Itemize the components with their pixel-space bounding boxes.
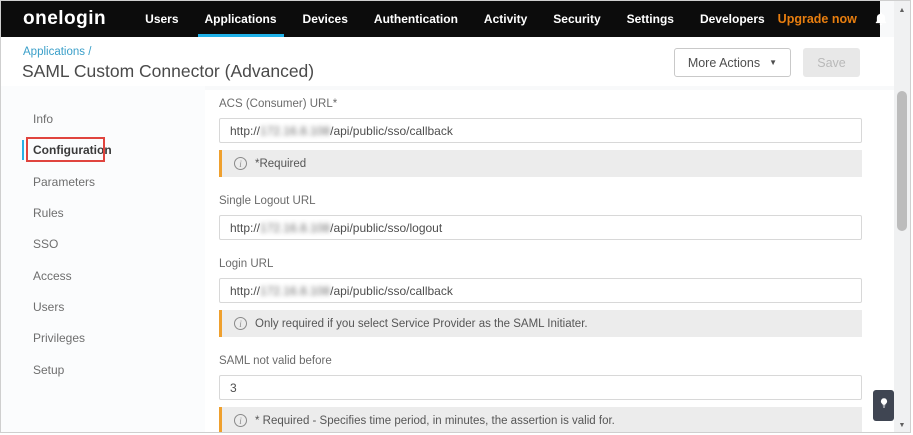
nav-right-group: Upgrade now Vishal	[778, 7, 911, 32]
nav-item-applications[interactable]: Applications	[192, 1, 290, 37]
info-icon: i	[234, 157, 247, 170]
url-suffix: /api/public/sso/logout	[330, 221, 442, 235]
nav-item-security[interactable]: Security	[540, 1, 613, 37]
saml-not-valid-before-label: SAML not valid before	[219, 354, 862, 368]
upgrade-now-link[interactable]: Upgrade now	[778, 12, 857, 26]
sidebar-item-rules[interactable]: Rules	[33, 205, 64, 221]
field-value: 3	[230, 381, 237, 395]
nav-menu: Users Applications Devices Authenticatio…	[132, 1, 778, 37]
sidebar-item-setup[interactable]: Setup	[33, 362, 64, 378]
url-prefix: http://	[230, 221, 260, 235]
chevron-down-icon: ▼	[769, 58, 777, 67]
sidebar-item-users[interactable]: Users	[33, 299, 64, 315]
sidebar-item-configuration[interactable]: Configuration	[33, 142, 112, 158]
save-button[interactable]: Save	[803, 48, 860, 77]
login-url-label: Login URL	[219, 257, 862, 271]
bell-icon[interactable]	[873, 11, 889, 27]
active-item-indicator	[22, 140, 24, 160]
scroll-down-arrow[interactable]: ▼	[894, 418, 910, 432]
settings-sidebar: Info Configuration Parameters Rules SSO …	[1, 86, 205, 432]
sidebar-item-access[interactable]: Access	[33, 268, 72, 284]
nav-item-authentication[interactable]: Authentication	[361, 1, 471, 37]
saml-not-valid-before-note: i * Required - Specifies time period, in…	[219, 407, 862, 433]
note-text: * Required - Specifies time period, in m…	[255, 415, 615, 427]
scrollbar-thumb[interactable]	[897, 91, 907, 231]
configuration-form: ACS (Consumer) URL* http://172.16.8.108/…	[205, 90, 897, 432]
acs-url-note: i *Required	[219, 150, 862, 177]
info-icon: i	[234, 414, 247, 427]
nav-item-developers[interactable]: Developers	[687, 1, 778, 37]
note-text: Only required if you select Service Prov…	[255, 318, 588, 330]
saml-not-valid-before-input[interactable]: 3	[219, 375, 862, 400]
sidebar-item-privileges[interactable]: Privileges	[33, 330, 85, 346]
form-field-saml-not-valid-before: SAML not valid before 3 i * Required - S…	[219, 354, 862, 433]
url-prefix: http://	[230, 284, 260, 298]
single-logout-url-label: Single Logout URL	[219, 194, 862, 208]
lightbulb-icon	[878, 395, 890, 416]
hints-button[interactable]	[873, 390, 894, 421]
breadcrumb[interactable]: Applications /	[23, 46, 91, 58]
onelogin-logo[interactable]: onelogin	[23, 8, 106, 30]
nav-item-devices[interactable]: Devices	[290, 1, 361, 37]
redacted-host: 172.16.8.108	[260, 124, 330, 138]
login-url-input[interactable]: http://172.16.8.108/api/public/sso/callb…	[219, 278, 862, 303]
nav-item-settings[interactable]: Settings	[614, 1, 687, 37]
note-text: *Required	[255, 158, 306, 170]
sidebar-item-info[interactable]: Info	[33, 111, 53, 127]
login-url-note: i Only required if you select Service Pr…	[219, 310, 862, 337]
vertical-scrollbar: ▲ ▼	[894, 1, 910, 433]
more-actions-button[interactable]: More Actions ▼	[674, 48, 791, 77]
top-navigation-bar: onelogin Users Applications Devices Auth…	[1, 1, 880, 37]
scroll-up-arrow[interactable]: ▲	[894, 3, 910, 17]
nav-item-users[interactable]: Users	[132, 1, 191, 37]
form-field-login-url: Login URL http://172.16.8.108/api/public…	[219, 257, 862, 337]
single-logout-url-input[interactable]: http://172.16.8.108/api/public/sso/logou…	[219, 215, 862, 240]
more-actions-label: More Actions	[688, 56, 760, 70]
acs-url-label: ACS (Consumer) URL*	[219, 97, 862, 111]
app-window: onelogin Users Applications Devices Auth…	[0, 0, 911, 433]
redacted-host: 172.16.8.108	[260, 284, 330, 298]
sidebar-item-parameters[interactable]: Parameters	[33, 174, 95, 190]
form-field-single-logout-url: Single Logout URL http://172.16.8.108/ap…	[219, 194, 862, 240]
sidebar-item-sso[interactable]: SSO	[33, 236, 58, 252]
redacted-host: 172.16.8.108	[260, 221, 330, 235]
acs-url-input[interactable]: http://172.16.8.108/api/public/sso/callb…	[219, 118, 862, 143]
nav-item-activity[interactable]: Activity	[471, 1, 540, 37]
info-icon: i	[234, 317, 247, 330]
url-prefix: http://	[230, 124, 260, 138]
form-field-acs-url: ACS (Consumer) URL* http://172.16.8.108/…	[219, 97, 862, 177]
page-title: SAML Custom Connector (Advanced)	[22, 61, 314, 82]
url-suffix: /api/public/sso/callback	[330, 284, 453, 298]
url-suffix: /api/public/sso/callback	[330, 124, 453, 138]
page-header: Applications / SAML Custom Connector (Ad…	[1, 37, 896, 86]
